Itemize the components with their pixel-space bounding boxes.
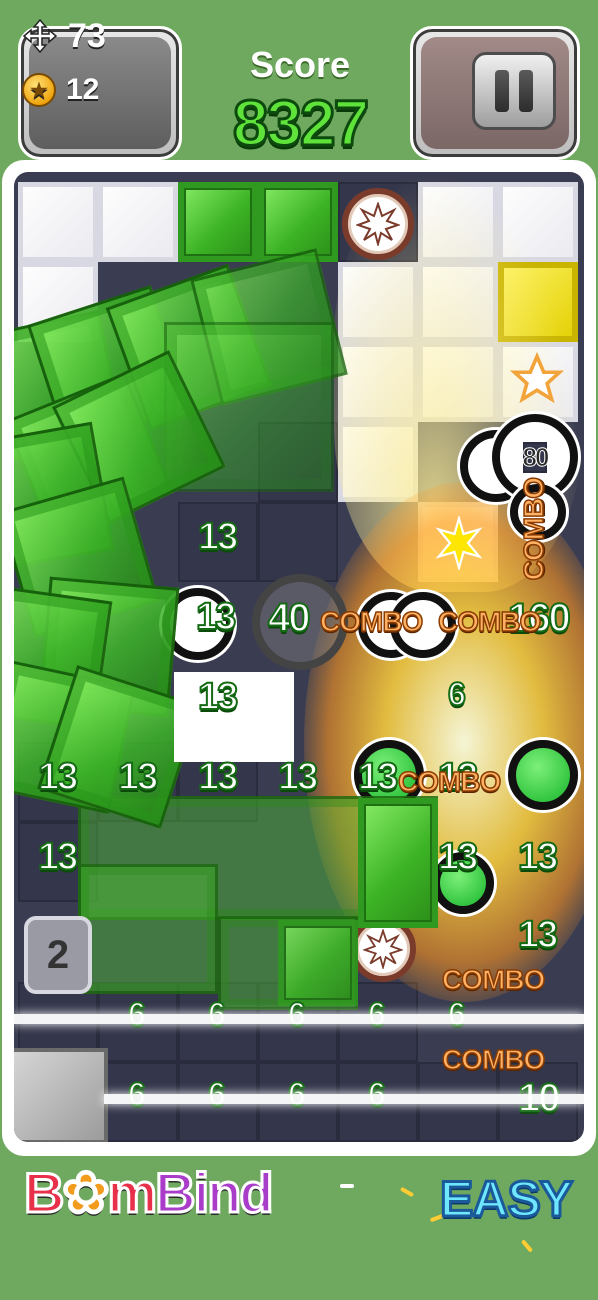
cell-number: 6 — [447, 675, 467, 713]
burst-icon — [435, 516, 483, 570]
cell-number: 13 — [517, 913, 559, 957]
score-label: Score — [249, 44, 351, 85]
difficulty-label: EASY — [438, 1170, 574, 1229]
burst-icon — [363, 929, 403, 969]
coins-count: 12 — [66, 73, 100, 106]
combo-label: COMBO — [319, 605, 424, 638]
hud: 73 ★ 12 Score 8327 — [0, 0, 598, 170]
green-block[interactable] — [258, 182, 338, 262]
spark-particle — [520, 1239, 534, 1253]
cell-number: 13 — [277, 755, 319, 799]
board-cell[interactable] — [258, 502, 338, 582]
laser-beam — [14, 1014, 584, 1024]
cell-number: 13 — [197, 515, 239, 559]
score-value: 8327 — [231, 86, 370, 161]
green-block[interactable] — [178, 182, 258, 262]
coins-stat: ★ 12 — [22, 70, 99, 110]
bomb-value: 40 — [267, 595, 311, 641]
spark-particle — [340, 1184, 354, 1188]
cell-number: 13 — [437, 835, 479, 879]
burst-icon — [356, 202, 400, 246]
cell-number: 13 — [197, 755, 239, 799]
moves-count: 73 — [68, 16, 106, 55]
cell-number: 13 — [37, 755, 79, 799]
board-frame: 80 13 13 13 13 13 13 13 13 13 13 13 13 1… — [2, 160, 596, 1156]
moves-stat: 73 — [22, 16, 106, 56]
board-cell[interactable] — [18, 182, 98, 262]
green-block[interactable] — [358, 798, 438, 928]
cell-number: 13 — [195, 595, 237, 639]
game-board[interactable]: 80 13 13 13 13 13 13 13 13 13 13 13 13 1… — [14, 172, 584, 1142]
spark-particle — [399, 1186, 415, 1198]
star-bomb[interactable] — [342, 188, 414, 260]
board-cell[interactable] — [98, 182, 178, 262]
move-arrows-icon — [22, 18, 58, 54]
pause-button[interactable] — [472, 52, 556, 130]
combo-label: COMBO — [441, 1043, 546, 1076]
green-block[interactable] — [278, 920, 358, 1006]
coin-star-icon: ★ — [22, 73, 56, 107]
green-bomb[interactable] — [508, 740, 578, 810]
green-block-ghost — [78, 864, 218, 994]
cell-number: 13 — [37, 835, 79, 879]
counter-block[interactable]: 2 — [24, 916, 92, 994]
flower-icon: ✿ — [61, 1160, 111, 1226]
cell-number: 13 — [117, 755, 159, 799]
combo-label: COMBO — [517, 477, 550, 581]
cell-number: 13 — [197, 675, 239, 719]
combo-label: COMBO — [397, 765, 502, 798]
game-logo: B✿mBind — [22, 1160, 275, 1226]
combo-label: COMBO — [441, 963, 546, 996]
stone-block[interactable] — [14, 1048, 108, 1142]
cell-number: 13 — [517, 835, 559, 879]
combo-label: COMBO — [437, 605, 542, 638]
bomb-value: 80 — [522, 441, 550, 473]
laser-beam — [104, 1094, 584, 1104]
cell-number: 13 — [357, 755, 399, 799]
star-icon — [510, 352, 564, 404]
pause-icon — [495, 70, 509, 112]
